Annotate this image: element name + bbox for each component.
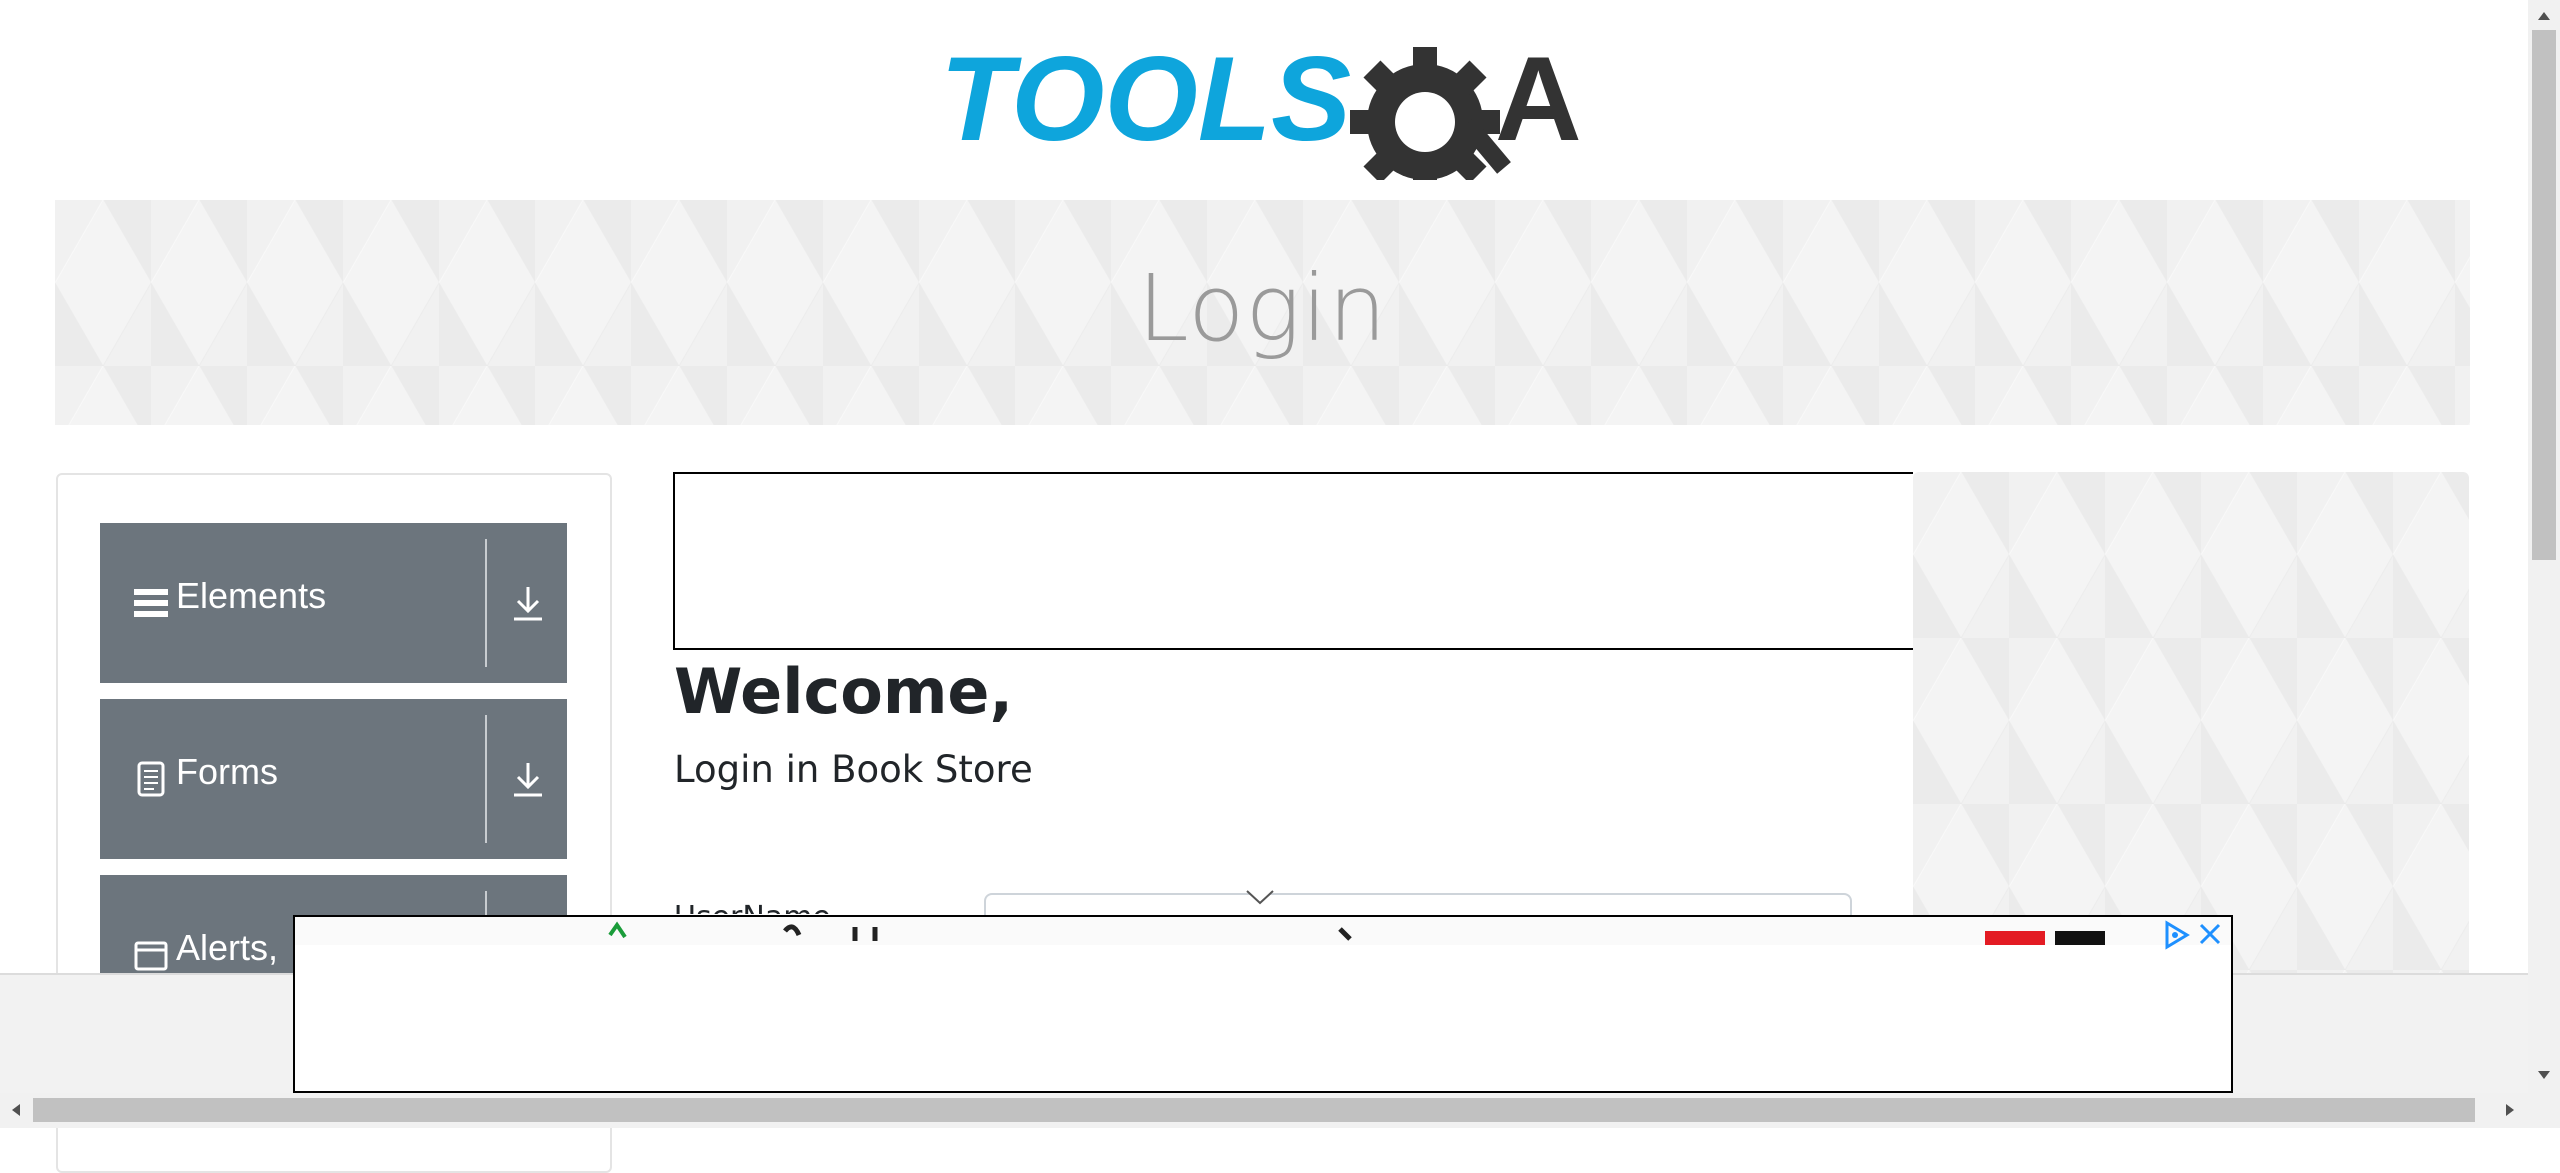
download-icon[interactable] [510, 759, 546, 799]
vertical-scroll-thumb[interactable] [2532, 30, 2556, 560]
hamburger-icon [134, 589, 168, 617]
page-title: Login [1137, 255, 1388, 362]
bottom-ad-banner[interactable] [293, 915, 2233, 1093]
ad-partial-graphic [608, 921, 2105, 945]
sidebar-group-label: Elements [176, 575, 327, 616]
sidebar-group-label: Alerts, [176, 927, 279, 968]
welcome-heading: Welcome, [674, 655, 1014, 728]
horizontal-scrollbar[interactable] [0, 1093, 2528, 1128]
username-label: UserName [674, 900, 831, 914]
window-icon [134, 941, 168, 971]
page-banner: Login [55, 200, 2470, 425]
divider [485, 539, 487, 667]
scroll-left-arrow-icon[interactable] [6, 1100, 26, 1120]
logo-text-tools: TOOLS [940, 32, 1351, 166]
download-icon[interactable] [510, 583, 546, 623]
adchoices-icon[interactable] [2161, 917, 2231, 953]
horizontal-scroll-thumb[interactable] [33, 1098, 2475, 1122]
chevron-down-icon [1246, 890, 1274, 905]
sidebar-group-elements[interactable]: Elements [100, 523, 567, 683]
close-icon [2199, 923, 2221, 945]
ad-content-strip [295, 917, 2231, 945]
scrollbar-corner [2528, 1093, 2560, 1128]
logo-text-a: A [1495, 32, 1582, 166]
scroll-right-arrow-icon[interactable] [2500, 1100, 2520, 1120]
divider [485, 715, 487, 843]
sidebar-group-label: Forms [176, 751, 278, 792]
top-ad-frame[interactable] [673, 472, 1913, 650]
vertical-scrollbar[interactable] [2528, 0, 2560, 1093]
scroll-down-arrow-icon[interactable] [2534, 1065, 2554, 1085]
gear-icon [1350, 47, 1511, 180]
toolsqa-logo-graphic: TOOLS A [940, 32, 1582, 180]
right-ad-panel[interactable] [1913, 472, 2469, 992]
scroll-up-arrow-icon[interactable] [2534, 6, 2554, 26]
login-subtitle: Login in Book Store [674, 748, 1033, 791]
toolsqa-logo[interactable]: TOOLS A [940, 30, 1590, 180]
sidebar-group-forms[interactable]: Forms [100, 699, 567, 859]
document-icon [137, 761, 165, 797]
